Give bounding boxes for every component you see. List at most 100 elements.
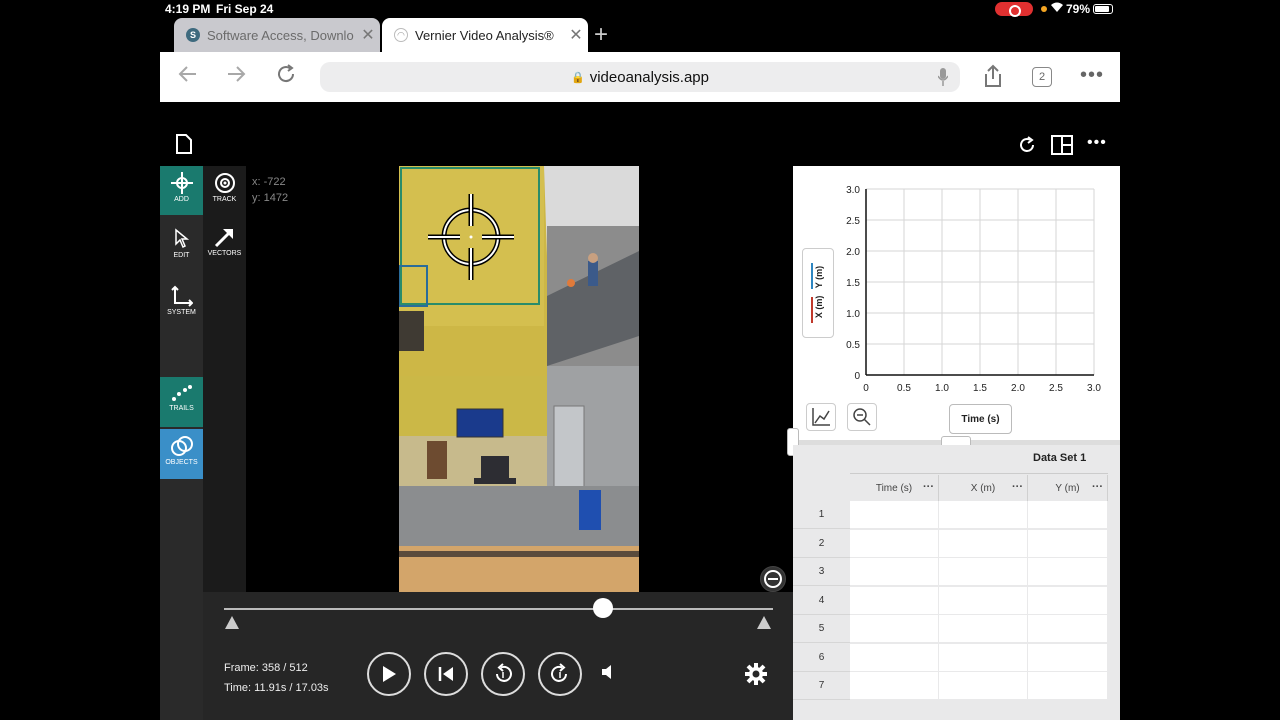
row-number: 7	[793, 672, 850, 700]
track-tool-label: TRACK	[212, 196, 237, 203]
table-cell[interactable]	[1028, 643, 1107, 671]
tab-vernier-video-analysis[interactable]: ◠ Vernier Video Analysis® ✕	[382, 18, 588, 52]
row-number: 6	[793, 644, 850, 672]
crosshair-cursor-icon[interactable]	[428, 194, 514, 280]
column-header-time[interactable]: Time (s) ···	[850, 475, 939, 501]
frame-counter: Frame: 358 / 512	[224, 662, 308, 674]
table-cell[interactable]	[1028, 615, 1107, 642]
frame-slider-thumb[interactable]	[592, 598, 613, 618]
system-tool-button[interactable]: SYSTEM	[160, 279, 203, 329]
vectors-tool-label: VECTORS	[207, 250, 242, 257]
frame-info: Frame: 358 / 512 Time: 11.91s / 17.03s	[224, 658, 329, 698]
more-icon[interactable]: •••	[1080, 64, 1104, 87]
settings-gear-icon[interactable]	[744, 662, 768, 691]
column-menu-icon[interactable]: ···	[923, 481, 934, 493]
x-tick-label: 0	[863, 383, 869, 394]
add-tool-button[interactable]: ADD	[160, 166, 203, 215]
tab-software-access[interactable]: S Software Access, Downlo ✕	[174, 18, 380, 52]
app-header: •••	[160, 102, 1120, 166]
status-bar: 4:19 PM Fri Sep 24 79%	[0, 0, 1280, 18]
table-cell[interactable]	[1028, 672, 1107, 699]
objects-toggle[interactable]: OBJECTS	[160, 429, 203, 479]
edit-tool-button[interactable]: EDIT	[160, 222, 203, 272]
app-menu-icon[interactable]: •••	[1087, 134, 1107, 152]
collapse-button[interactable]	[760, 566, 786, 592]
table-cell[interactable]	[1028, 586, 1107, 614]
skip-back-icon	[438, 667, 453, 681]
play-icon	[383, 666, 396, 682]
y-tick-label: 2.5	[846, 216, 860, 227]
vectors-tool-button[interactable]: VECTORS	[203, 220, 246, 268]
table-cell[interactable]	[850, 615, 938, 642]
table-cell[interactable]	[1028, 501, 1107, 528]
undo-icon[interactable]	[1018, 136, 1036, 159]
row-number: 1	[793, 501, 850, 529]
back-arrow-icon[interactable]	[176, 62, 200, 93]
battery-percent: 79%	[1066, 2, 1091, 16]
start-marker[interactable]	[225, 616, 239, 629]
step-back-button[interactable]	[481, 652, 525, 696]
column-menu-icon[interactable]: ···	[1092, 481, 1103, 493]
table-cell[interactable]	[850, 529, 938, 557]
column-header-label: X (m)	[970, 482, 996, 494]
position-time-chart[interactable]: 0 0.5 1.0 1.5 2.0 2.5 3.0 0 0.5 1.0 1.5 2.0 2.5 3.0	[793, 166, 1120, 398]
file-icon[interactable]	[176, 134, 192, 159]
graph-options-button[interactable]	[806, 403, 836, 431]
coord-x: x: -722	[252, 176, 286, 188]
table-cell[interactable]	[939, 643, 1027, 671]
table-cell[interactable]	[850, 501, 938, 528]
graph-icon	[812, 408, 830, 426]
trails-label: TRAILS	[169, 405, 194, 412]
column-menu-icon[interactable]: ···	[1012, 481, 1023, 493]
table-cell[interactable]	[939, 615, 1027, 642]
table-cell[interactable]	[939, 558, 1027, 585]
reload-icon[interactable]	[274, 62, 298, 93]
go-to-start-button[interactable]	[424, 652, 468, 696]
track-tool-button[interactable]: TRACK	[203, 166, 246, 214]
trails-toggle[interactable]: TRAILS	[160, 377, 203, 427]
table-cell[interactable]	[850, 643, 938, 671]
track-target-icon	[214, 173, 235, 193]
wifi-icon	[1050, 1, 1064, 16]
battery-icon	[1093, 4, 1113, 14]
forward-arrow-icon[interactable]	[224, 62, 248, 93]
column-header-y[interactable]: Y (m) ···	[1028, 475, 1108, 501]
video-frame[interactable]	[399, 166, 639, 592]
end-marker[interactable]	[757, 616, 771, 629]
row-number: 5	[793, 615, 850, 643]
column-header-label: Time (s)	[875, 482, 913, 494]
new-tab-icon[interactable]: +	[594, 21, 608, 49]
tab-count-button[interactable]: 2	[1032, 67, 1052, 87]
table-cell[interactable]	[1028, 529, 1107, 557]
column-header-x[interactable]: X (m) ···	[939, 475, 1028, 501]
close-icon[interactable]: ✕	[356, 25, 380, 45]
table-cell[interactable]	[850, 586, 938, 614]
share-icon[interactable]	[982, 64, 1004, 93]
zoom-out-icon	[853, 408, 871, 426]
table-cell[interactable]	[850, 558, 938, 585]
playback-controls: Frame: 358 / 512 Time: 11.91s / 17.03s	[203, 592, 793, 720]
table-cell[interactable]	[939, 529, 1027, 557]
frame-slider[interactable]	[224, 608, 773, 610]
table-cell[interactable]	[939, 501, 1027, 528]
close-icon[interactable]: ✕	[564, 25, 588, 45]
volume-icon[interactable]	[601, 664, 615, 685]
step-forward-button[interactable]	[538, 652, 582, 696]
table-cell[interactable]	[1028, 558, 1107, 585]
tool-options-panel: TRACK VECTORS	[203, 166, 246, 592]
zoom-button[interactable]	[847, 403, 877, 431]
table-cell[interactable]	[939, 586, 1027, 614]
address-bar[interactable]: 🔒 videoanalysis.app	[320, 62, 960, 92]
play-button[interactable]	[367, 652, 411, 696]
url-text: videoanalysis.app	[589, 68, 709, 86]
objects-label: OBJECTS	[165, 459, 198, 466]
table-cell[interactable]	[939, 672, 1027, 699]
layout-icon[interactable]	[1051, 135, 1073, 160]
table-cell[interactable]	[850, 672, 938, 699]
x-tick-label: 1.0	[935, 383, 949, 394]
screen-recording-icon	[995, 2, 1033, 17]
rotate-right-icon	[551, 663, 567, 682]
microphone-icon[interactable]	[938, 68, 948, 86]
x-axis-button[interactable]: Time (s)	[949, 404, 1012, 434]
time-counter: Time: 11.91s / 17.03s	[224, 682, 329, 694]
